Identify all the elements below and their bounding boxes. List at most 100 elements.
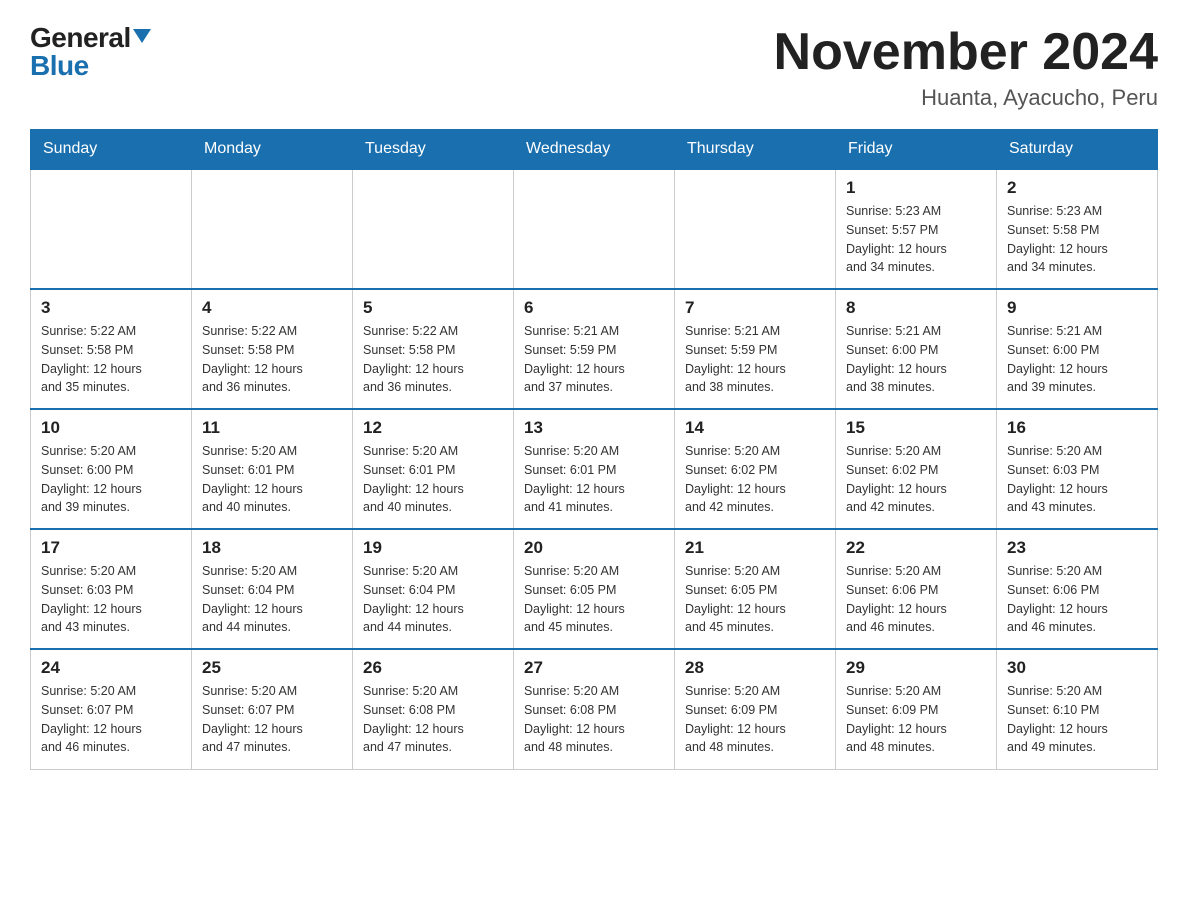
day-info: Sunrise: 5:23 AMSunset: 5:57 PMDaylight:… — [846, 202, 986, 277]
calendar-table: SundayMondayTuesdayWednesdayThursdayFrid… — [30, 129, 1158, 770]
calendar-cell — [31, 169, 192, 289]
day-info: Sunrise: 5:20 AMSunset: 6:05 PMDaylight:… — [685, 562, 825, 637]
calendar-cell: 28 Sunrise: 5:20 AMSunset: 6:09 PMDayligh… — [675, 649, 836, 769]
calendar-cell: 12 Sunrise: 5:20 AMSunset: 6:01 PMDayligh… — [353, 409, 514, 529]
day-number: 25 — [202, 658, 342, 678]
day-number: 5 — [363, 298, 503, 318]
calendar-cell: 7 Sunrise: 5:21 AMSunset: 5:59 PMDaylight… — [675, 289, 836, 409]
day-number: 7 — [685, 298, 825, 318]
day-number: 22 — [846, 538, 986, 558]
day-number: 10 — [41, 418, 181, 438]
day-info: Sunrise: 5:20 AMSunset: 6:09 PMDaylight:… — [685, 682, 825, 757]
day-number: 20 — [524, 538, 664, 558]
week-row-1: 1 Sunrise: 5:23 AMSunset: 5:57 PMDaylight… — [31, 169, 1158, 289]
title-area: November 2024 Huanta, Ayacucho, Peru — [774, 24, 1158, 111]
day-number: 26 — [363, 658, 503, 678]
logo-blue-text: Blue — [30, 52, 89, 80]
day-info: Sunrise: 5:21 AMSunset: 6:00 PMDaylight:… — [846, 322, 986, 397]
day-number: 28 — [685, 658, 825, 678]
day-header-wednesday: Wednesday — [514, 130, 675, 170]
calendar-cell: 14 Sunrise: 5:20 AMSunset: 6:02 PMDayligh… — [675, 409, 836, 529]
calendar-cell: 8 Sunrise: 5:21 AMSunset: 6:00 PMDaylight… — [836, 289, 997, 409]
day-info: Sunrise: 5:20 AMSunset: 6:04 PMDaylight:… — [202, 562, 342, 637]
day-info: Sunrise: 5:20 AMSunset: 6:07 PMDaylight:… — [202, 682, 342, 757]
day-info: Sunrise: 5:20 AMSunset: 6:07 PMDaylight:… — [41, 682, 181, 757]
day-info: Sunrise: 5:20 AMSunset: 6:01 PMDaylight:… — [202, 442, 342, 517]
calendar-subtitle: Huanta, Ayacucho, Peru — [774, 85, 1158, 111]
day-number: 8 — [846, 298, 986, 318]
day-number: 13 — [524, 418, 664, 438]
calendar-cell: 2 Sunrise: 5:23 AMSunset: 5:58 PMDaylight… — [997, 169, 1158, 289]
calendar-cell: 24 Sunrise: 5:20 AMSunset: 6:07 PMDayligh… — [31, 649, 192, 769]
day-number: 3 — [41, 298, 181, 318]
day-header-monday: Monday — [192, 130, 353, 170]
day-info: Sunrise: 5:20 AMSunset: 6:02 PMDaylight:… — [685, 442, 825, 517]
day-header-sunday: Sunday — [31, 130, 192, 170]
week-row-2: 3 Sunrise: 5:22 AMSunset: 5:58 PMDaylight… — [31, 289, 1158, 409]
calendar-cell — [675, 169, 836, 289]
day-info: Sunrise: 5:20 AMSunset: 6:06 PMDaylight:… — [1007, 562, 1147, 637]
day-number: 6 — [524, 298, 664, 318]
day-number: 19 — [363, 538, 503, 558]
logo-general-text: General — [30, 24, 131, 52]
logo: General Blue — [30, 24, 151, 80]
calendar-cell: 29 Sunrise: 5:20 AMSunset: 6:09 PMDayligh… — [836, 649, 997, 769]
calendar-cell: 17 Sunrise: 5:20 AMSunset: 6:03 PMDayligh… — [31, 529, 192, 649]
calendar-cell: 9 Sunrise: 5:21 AMSunset: 6:00 PMDaylight… — [997, 289, 1158, 409]
day-info: Sunrise: 5:22 AMSunset: 5:58 PMDaylight:… — [202, 322, 342, 397]
day-number: 9 — [1007, 298, 1147, 318]
day-info: Sunrise: 5:22 AMSunset: 5:58 PMDaylight:… — [363, 322, 503, 397]
calendar-cell: 16Sunrise: 5:20 AMSunset: 6:03 PMDayligh… — [997, 409, 1158, 529]
day-header-thursday: Thursday — [675, 130, 836, 170]
day-number: 15 — [846, 418, 986, 438]
day-info: Sunrise: 5:21 AMSunset: 6:00 PMDaylight:… — [1007, 322, 1147, 397]
header-row: SundayMondayTuesdayWednesdayThursdayFrid… — [31, 130, 1158, 170]
day-info: Sunrise: 5:20 AMSunset: 6:03 PMDaylight:… — [41, 562, 181, 637]
calendar-cell: 6Sunrise: 5:21 AMSunset: 5:59 PMDaylight… — [514, 289, 675, 409]
day-number: 2 — [1007, 178, 1147, 198]
day-number: 17 — [41, 538, 181, 558]
day-info: Sunrise: 5:20 AMSunset: 6:08 PMDaylight:… — [524, 682, 664, 757]
day-info: Sunrise: 5:23 AMSunset: 5:58 PMDaylight:… — [1007, 202, 1147, 277]
calendar-cell — [192, 169, 353, 289]
day-number: 1 — [846, 178, 986, 198]
day-info: Sunrise: 5:20 AMSunset: 6:10 PMDaylight:… — [1007, 682, 1147, 757]
day-info: Sunrise: 5:20 AMSunset: 6:06 PMDaylight:… — [846, 562, 986, 637]
calendar-cell: 27 Sunrise: 5:20 AMSunset: 6:08 PMDayligh… — [514, 649, 675, 769]
logo-triangle-icon — [133, 29, 151, 43]
calendar-cell: 25 Sunrise: 5:20 AMSunset: 6:07 PMDayligh… — [192, 649, 353, 769]
calendar-cell: 15Sunrise: 5:20 AMSunset: 6:02 PMDayligh… — [836, 409, 997, 529]
week-row-5: 24 Sunrise: 5:20 AMSunset: 6:07 PMDayligh… — [31, 649, 1158, 769]
calendar-cell: 5 Sunrise: 5:22 AMSunset: 5:58 PMDaylight… — [353, 289, 514, 409]
calendar-cell: 4 Sunrise: 5:22 AMSunset: 5:58 PMDaylight… — [192, 289, 353, 409]
day-number: 27 — [524, 658, 664, 678]
day-number: 21 — [685, 538, 825, 558]
day-number: 14 — [685, 418, 825, 438]
day-info: Sunrise: 5:20 AMSunset: 6:01 PMDaylight:… — [363, 442, 503, 517]
week-row-4: 17 Sunrise: 5:20 AMSunset: 6:03 PMDayligh… — [31, 529, 1158, 649]
day-info: Sunrise: 5:20 AMSunset: 6:04 PMDaylight:… — [363, 562, 503, 637]
page-header: General Blue November 2024 Huanta, Ayacu… — [30, 24, 1158, 111]
day-info: Sunrise: 5:21 AMSunset: 5:59 PMDaylight:… — [685, 322, 825, 397]
calendar-cell: 19 Sunrise: 5:20 AMSunset: 6:04 PMDayligh… — [353, 529, 514, 649]
day-header-saturday: Saturday — [997, 130, 1158, 170]
calendar-cell: 22 Sunrise: 5:20 AMSunset: 6:06 PMDayligh… — [836, 529, 997, 649]
calendar-title: November 2024 — [774, 24, 1158, 81]
day-number: 12 — [363, 418, 503, 438]
day-number: 29 — [846, 658, 986, 678]
calendar-cell — [353, 169, 514, 289]
day-number: 30 — [1007, 658, 1147, 678]
day-number: 4 — [202, 298, 342, 318]
calendar-cell: 18 Sunrise: 5:20 AMSunset: 6:04 PMDayligh… — [192, 529, 353, 649]
week-row-3: 10Sunrise: 5:20 AMSunset: 6:00 PMDayligh… — [31, 409, 1158, 529]
calendar-cell: 13Sunrise: 5:20 AMSunset: 6:01 PMDayligh… — [514, 409, 675, 529]
calendar-cell — [514, 169, 675, 289]
calendar-cell: 20Sunrise: 5:20 AMSunset: 6:05 PMDayligh… — [514, 529, 675, 649]
day-info: Sunrise: 5:20 AMSunset: 6:08 PMDaylight:… — [363, 682, 503, 757]
day-number: 18 — [202, 538, 342, 558]
day-info: Sunrise: 5:22 AMSunset: 5:58 PMDaylight:… — [41, 322, 181, 397]
calendar-cell: 3 Sunrise: 5:22 AMSunset: 5:58 PMDaylight… — [31, 289, 192, 409]
day-number: 24 — [41, 658, 181, 678]
day-info: Sunrise: 5:20 AMSunset: 6:09 PMDaylight:… — [846, 682, 986, 757]
day-info: Sunrise: 5:20 AMSunset: 6:03 PMDaylight:… — [1007, 442, 1147, 517]
